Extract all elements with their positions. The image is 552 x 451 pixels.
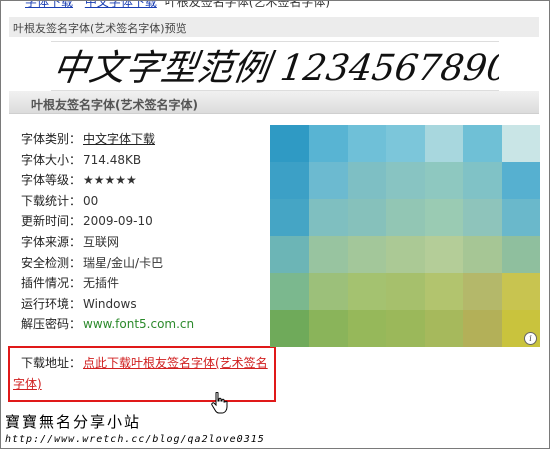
info-key: 字体类别： <box>21 132 82 146</box>
pixelated-image: i <box>270 125 540 347</box>
mosaic-cell <box>308 125 348 162</box>
mosaic-cell <box>270 162 309 199</box>
mosaic-cell <box>385 199 425 236</box>
page-frame: 字体下载 中文字体下载 叶根友签名字体(艺术签名字体) 叶根友签名字体(艺术签名… <box>0 0 550 449</box>
mosaic-cell <box>424 125 464 162</box>
mosaic-cell <box>308 199 348 236</box>
info-row: 安全检测： 瑞星/金山/卡巴 <box>21 253 271 274</box>
mosaic-cell <box>501 199 540 236</box>
info-row: 字体类别： 中文字体下载 <box>21 129 271 150</box>
mosaic-cell <box>424 236 464 273</box>
watermark-url: http://www.wretch.cc/blog/qa2love0315 <box>5 434 265 445</box>
info-key: 下载统计： <box>21 193 82 208</box>
mosaic-cell <box>308 236 348 273</box>
info-row: 字体大小： 714.48KB <box>21 150 271 171</box>
watermark-title: 寶寶無名分享小站 <box>5 413 142 431</box>
info-value: 714.48KB <box>83 152 142 167</box>
info-row: 插件情况： 无插件 <box>21 273 271 294</box>
mosaic-cell <box>347 199 387 236</box>
mosaic-cell <box>501 236 540 273</box>
mosaic-cell <box>385 273 425 310</box>
mosaic-cell <box>270 236 309 273</box>
info-key: 插件情况： <box>21 276 82 291</box>
mosaic-cell <box>501 125 540 162</box>
mosaic-cell <box>501 162 540 199</box>
breadcrumb: 字体下载 中文字体下载 叶根友签名字体(艺术签名字体) <box>1 1 551 13</box>
info-row: 字体等级： ★★★★★ <box>21 170 271 191</box>
info-key: 字体大小： <box>21 152 82 167</box>
info-value: Windows <box>83 296 137 311</box>
info-value: 瑞星/金山/卡巴 <box>83 255 164 270</box>
info-value: 无插件 <box>83 276 120 291</box>
mosaic-cell <box>424 162 464 199</box>
info-key: 运行环境： <box>21 296 82 311</box>
mosaic-cell <box>347 310 387 347</box>
info-row: 解压密码： www.font5.com.cn <box>21 314 271 335</box>
info-value: 互联网 <box>83 234 120 249</box>
info-key: 字体来源： <box>21 234 82 249</box>
mosaic-cell <box>270 199 309 236</box>
breadcrumb-current: 叶根友签名字体(艺术签名字体) <box>164 1 331 9</box>
mosaic-cell <box>501 273 540 310</box>
mosaic-cell <box>347 125 387 162</box>
mosaic-cell <box>462 310 502 347</box>
mosaic-cell <box>270 310 309 347</box>
info-value[interactable]: 中文字体下载 <box>83 132 155 146</box>
mosaic-cell <box>462 162 502 199</box>
info-row: 字体来源： 互联网 <box>21 232 271 253</box>
info-row: 更新时间： 2009-09-10 <box>21 211 271 232</box>
info-icon[interactable]: i <box>524 332 537 345</box>
info-key: 字体等级： <box>21 173 82 188</box>
info-row: 运行环境： Windows <box>21 294 271 315</box>
mosaic-cell <box>462 199 502 236</box>
mosaic-cell <box>347 273 387 310</box>
mosaic-cell <box>270 125 309 162</box>
mosaic-cell <box>308 310 348 347</box>
mosaic-cell <box>347 162 387 199</box>
mosaic-cell <box>347 236 387 273</box>
mosaic-cell <box>424 310 464 347</box>
font-preview-text: 中文字型范例 1234567890 <box>51 46 499 89</box>
info-key: 更新时间： <box>21 214 82 229</box>
mosaic-cell <box>424 273 464 310</box>
mosaic-cell <box>385 125 425 162</box>
download-link[interactable]: 点此下载叶根友签名字体(艺术签名字体) <box>13 353 271 395</box>
preview-title: 叶根友签名字体(艺术签名字体)预览 <box>13 22 187 35</box>
info-value: ★★★★★ <box>83 173 137 188</box>
mosaic-cell <box>462 273 502 310</box>
font-info-list: 字体类别： 中文字体下载 字体大小： 714.48KB 字体等级： ★★★★★ 下载统计： 0… <box>21 129 271 335</box>
font-preview-sample: 中文字型范例 1234567890 <box>51 46 499 89</box>
mosaic-cell <box>385 162 425 199</box>
breadcrumb-link-0[interactable]: 字体下载 <box>25 1 73 9</box>
mosaic-cell <box>385 310 425 347</box>
info-key: 安全检测： <box>21 255 82 270</box>
mosaic-cell <box>308 162 348 199</box>
mosaic-cell <box>385 236 425 273</box>
mosaic-cell <box>308 273 348 310</box>
font-preview-image: 中文字型范例 1234567890 <box>51 41 499 91</box>
hand-cursor-icon <box>211 391 229 418</box>
info-value[interactable]: www.font5.com.cn <box>83 317 194 331</box>
info-key: 解压密码： <box>21 317 82 332</box>
info-value: 00 <box>83 193 99 208</box>
info-value: 2009-09-10 <box>83 214 153 229</box>
mosaic-cell <box>270 273 309 310</box>
mosaic-cell <box>424 199 464 236</box>
breadcrumb-link-1[interactable]: 中文字体下载 <box>85 1 157 9</box>
section-title: 叶根友签名字体(艺术签名字体) <box>31 98 198 112</box>
info-row: 下载统计： 00 <box>21 191 271 212</box>
mosaic-cell <box>462 125 502 162</box>
mosaic-cell <box>462 236 502 273</box>
